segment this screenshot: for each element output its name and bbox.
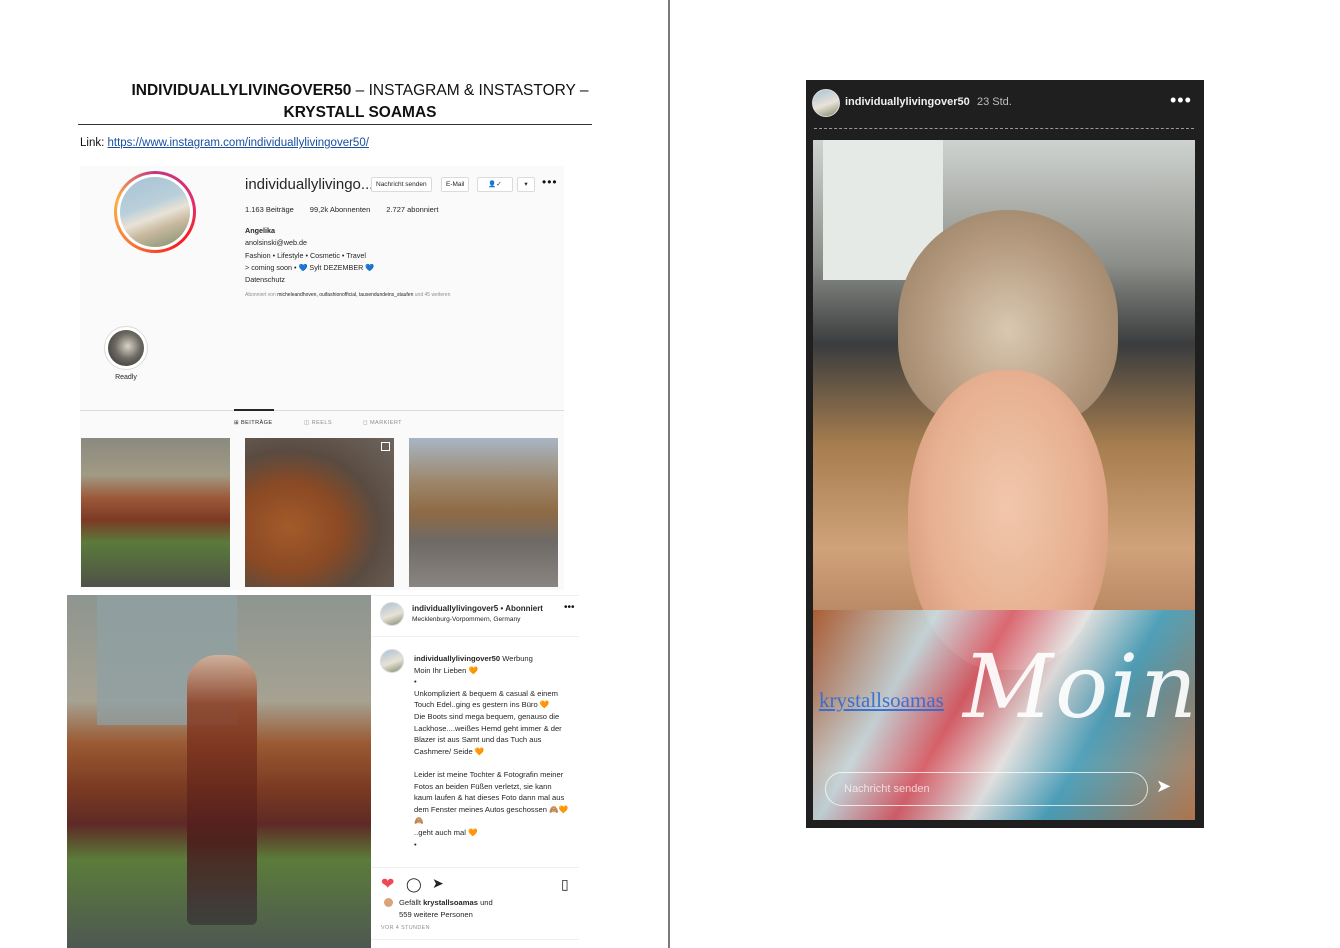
post-photo[interactable] xyxy=(67,595,371,948)
title-account: INDIVIDUALLYLIVINGOVER50 xyxy=(131,82,352,99)
bio-email[interactable]: anolsinski@web.de xyxy=(245,237,374,249)
posts-count[interactable]: 1.163 Beiträge xyxy=(245,205,294,214)
following-count[interactable]: 2.727 abonniert xyxy=(386,205,438,214)
actions-divider xyxy=(371,867,579,868)
post-author-avatar[interactable] xyxy=(380,602,404,626)
message-button[interactable]: Nachricht senden xyxy=(371,177,432,192)
tab-posts[interactable]: ⊞ BEITRÄGE xyxy=(234,420,273,426)
followed-suffix: und 45 weiteren xyxy=(413,292,451,298)
story-progress-bar xyxy=(814,128,1194,129)
suggestions-button[interactable]: ▾ xyxy=(517,177,535,192)
caption-line: • xyxy=(414,839,417,849)
followers-count[interactable]: 99,2k Abonnenten xyxy=(310,205,370,214)
caption-tag: Werbung xyxy=(500,654,533,663)
bookmark-icon[interactable]: ▯ xyxy=(561,876,569,893)
post-location[interactable]: Mecklenburg-Vorpommern, Germany xyxy=(412,616,520,623)
grid-post-3[interactable] xyxy=(409,438,558,587)
send-icon[interactable]: ➤ xyxy=(1156,776,1171,797)
profile-stats: 1.163 Beiträge 99,2k Abonnenten 2.727 abon… xyxy=(245,205,454,214)
highlight-cover xyxy=(108,330,144,366)
story-avatar[interactable] xyxy=(812,89,840,117)
link-line: Link: https://www.instagram.com/individu… xyxy=(80,137,369,149)
caption-line: Moin Ihr Lieben 🧡 xyxy=(414,665,478,675)
likes-text: Gefällt krystallsoamas und 559 weitere P… xyxy=(399,897,493,920)
multi-image-icon xyxy=(381,442,390,451)
profile-more-icon[interactable]: ••• xyxy=(542,175,558,189)
story-reply-input[interactable]: Nachricht senden xyxy=(825,772,1148,806)
following-button[interactable]: 👤✓ xyxy=(477,177,513,192)
bio-name: Angelika xyxy=(245,226,275,235)
link-label: Link: xyxy=(80,137,108,149)
title-rest: – INSTAGRAM & INSTASTORY – xyxy=(351,82,589,99)
post-more-icon[interactable]: ••• xyxy=(564,602,575,613)
followed-names[interactable]: micheleandhoven, ouifashionofficial, tau… xyxy=(277,292,413,298)
grid-post-1[interactable] xyxy=(81,438,230,587)
story-mention[interactable]: krystallsoamas xyxy=(819,688,944,713)
post-timestamp: VOR 4 STUNDEN xyxy=(381,925,430,931)
caption-line xyxy=(414,757,572,769)
bio-privacy[interactable]: Datenschutz xyxy=(245,274,374,286)
profile-avatar xyxy=(120,177,190,247)
tabs-divider xyxy=(80,410,564,411)
title-rule xyxy=(78,124,592,125)
photo-person xyxy=(187,655,257,925)
tab-indicator xyxy=(234,409,274,411)
tab-reels[interactable]: ◫ REELS xyxy=(304,420,332,426)
followed-prefix: Abonniert von xyxy=(245,292,278,298)
page-divider xyxy=(668,0,670,948)
post-header-user[interactable]: individuallylivingover5 • Abonniert xyxy=(412,604,543,613)
likes-suffix: und xyxy=(477,898,493,907)
bio-line: Fashion • Lifestyle • Cosmetic • Travel xyxy=(245,250,366,260)
instagram-profile-screenshot: individuallylivingo... Nachricht senden … xyxy=(80,166,564,590)
caption-line: • xyxy=(414,677,417,687)
comment-icon[interactable]: ◯ xyxy=(406,876,422,893)
instagram-link[interactable]: https://www.instagram.com/individuallyli… xyxy=(108,137,369,149)
caption-line: Unkompliziert & bequem & casual & einem … xyxy=(414,688,558,710)
highlight-readly[interactable] xyxy=(104,326,148,370)
story-photo[interactable]: krystallsoamas Moin xyxy=(813,140,1195,820)
comment-divider xyxy=(371,939,579,940)
story-handwriting: Moin xyxy=(963,635,1195,738)
followed-by: Abonniert von micheleandhoven, ouifashio… xyxy=(245,292,450,298)
story-time: 23 Std. xyxy=(977,96,1012,108)
likes-user[interactable]: krystallsoamas xyxy=(423,898,478,907)
grid-post-2[interactable] xyxy=(245,438,394,587)
post-caption: individuallylivingover50 Werbung Moin Ih… xyxy=(414,653,572,850)
caption-line: Leider ist meine Tochter & Fotografin me… xyxy=(414,769,568,826)
reply-placeholder: Nachricht senden xyxy=(844,783,930,795)
caption-line: Die Boots sind mega bequem, genauso die … xyxy=(414,711,562,756)
profile-avatar-ring[interactable] xyxy=(114,171,196,253)
post-side-panel: individuallylivingover5 • Abonniert Meck… xyxy=(371,595,579,941)
highlight-label: Readly xyxy=(115,374,137,381)
title-brand: KRYSTALL SOAMAS xyxy=(283,104,437,121)
profile-bio: Angelika anolsinski@web.de Fashion • Lif… xyxy=(245,225,374,286)
instastory-screenshot: individuallylivingover50 23 Std. ••• kry… xyxy=(806,80,1204,828)
story-username[interactable]: individuallylivingover50 xyxy=(845,96,970,108)
post-header-divider xyxy=(371,636,579,637)
liker-avatar[interactable] xyxy=(384,898,393,907)
email-button[interactable]: E-Mail xyxy=(441,177,470,192)
heart-icon[interactable]: ❤ xyxy=(381,874,394,894)
likes-prefix: Gefällt xyxy=(399,898,424,907)
likes-others[interactable]: 559 weitere Personen xyxy=(399,909,493,921)
profile-username: individuallylivingo... xyxy=(245,176,374,193)
caption-username[interactable]: individuallylivingover50 xyxy=(414,654,500,663)
bio-line: > coming soon • 💙 Sylt DEZEMBER 💙 xyxy=(245,262,375,272)
tab-tagged[interactable]: ◻ MARKIERT xyxy=(363,420,402,426)
caption-avatar[interactable] xyxy=(380,649,404,673)
document-title: INDIVIDUALLYLIVINGOVER50 – INSTAGRAM & I… xyxy=(80,80,640,124)
share-icon[interactable]: ➤ xyxy=(432,875,444,892)
caption-line: ..geht auch mal 🧡 xyxy=(414,827,478,837)
story-more-icon[interactable]: ••• xyxy=(1170,90,1192,111)
profile-avatar-frame xyxy=(117,174,193,250)
